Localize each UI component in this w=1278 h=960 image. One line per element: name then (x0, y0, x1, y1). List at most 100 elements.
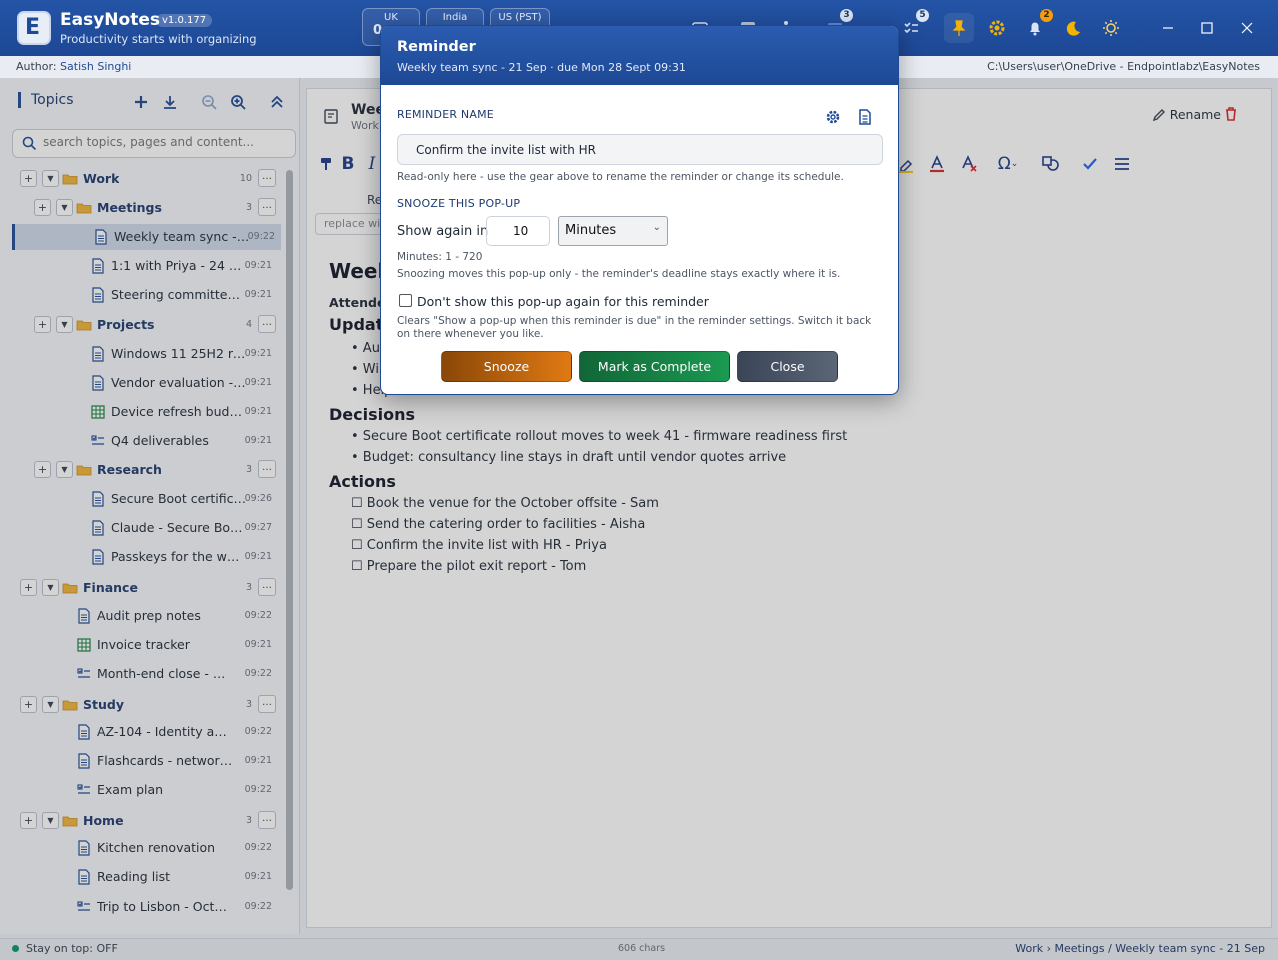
chevron-down-icon[interactable]: ▼ (42, 696, 59, 713)
tree-page[interactable]: Flashcards - networking 09:21 (0, 748, 290, 774)
tree-page-label: Invoice tracker (97, 637, 190, 652)
search-input[interactable] (43, 135, 283, 149)
tree-page[interactable]: Month-end close - Septe... 09:22 (0, 661, 290, 687)
minimize-icon[interactable] (1154, 14, 1182, 42)
document-icon[interactable] (854, 106, 876, 128)
snooze-amount-input[interactable]: 10 (486, 216, 550, 246)
tree-page[interactable]: Windows 11 25H2 rollout09:21 (0, 341, 290, 367)
tree-page[interactable]: Trip to Lisbon - October 09:22 (0, 894, 290, 920)
maximize-icon[interactable] (1193, 14, 1221, 42)
format-painter-icon[interactable] (315, 153, 337, 175)
tree-page[interactable]: Vendor evaluation - MD...09:21 (0, 370, 290, 396)
snooze-unit-select[interactable]: Minutes ⌄ (558, 216, 668, 246)
document-icon (90, 287, 106, 303)
rename-button[interactable]: Rename (1152, 107, 1221, 122)
bell-icon[interactable]: 2 (1020, 9, 1053, 43)
gear-icon[interactable] (982, 13, 1012, 43)
item-time: 09:22 (244, 784, 272, 795)
tree-page[interactable]: Invoice tracker 09:21 (0, 632, 290, 658)
tree-page[interactable]: Q4 deliverables 09:21 (0, 428, 290, 454)
tree-page[interactable]: Kitchen renovation 09:22 (0, 835, 290, 861)
item-time: 09:21 (244, 639, 272, 650)
tasks-icon[interactable]: 5 (896, 9, 929, 43)
doc-action-item[interactable]: ☐ Confirm the invite list with HR - Priy… (351, 538, 607, 553)
tree-page[interactable]: Exam plan 09:22 (0, 777, 290, 803)
align-icon[interactable] (1111, 153, 1133, 175)
more-options-icon[interactable]: … (258, 578, 276, 596)
tree-page[interactable]: Reading list 09:21 (0, 864, 290, 890)
special-char-icon[interactable]: Ω ⌄ (991, 153, 1025, 175)
expand-icon[interactable]: + (20, 170, 37, 187)
bold-button[interactable]: B (337, 153, 359, 175)
chevron-down-icon[interactable]: ▼ (42, 170, 59, 187)
expand-icon[interactable]: + (34, 199, 51, 216)
collapse-all-icon[interactable] (267, 92, 287, 112)
add-topic-icon[interactable] (131, 92, 151, 112)
doc-action-item[interactable]: ☐ Book the venue for the October offsite… (351, 496, 659, 511)
tree-folder[interactable]: + ▼ Home 3… (0, 808, 290, 834)
sidebar-scrollbar[interactable] (286, 170, 293, 890)
author-name[interactable]: Satish Singhi (60, 60, 131, 73)
zoom-out-icon[interactable] (199, 92, 219, 112)
more-options-icon[interactable]: … (258, 198, 276, 216)
stay-on-top-toggle[interactable]: Stay on top: OFF (12, 942, 118, 955)
tree-page[interactable]: Steering committee - Q...09:21 (0, 282, 290, 308)
zoom-in-icon[interactable] (228, 92, 248, 112)
chevron-down-icon[interactable]: ▼ (42, 812, 59, 829)
tree-folder[interactable]: + ▼ Meetings 3… (0, 195, 290, 221)
clear-format-icon[interactable] (958, 153, 980, 175)
doc-action-item[interactable]: ☐ Prepare the pilot exit report - Tom (351, 559, 586, 574)
search-box[interactable] (12, 129, 296, 158)
shapes-icon[interactable] (1035, 153, 1069, 175)
expand-icon[interactable]: + (34, 316, 51, 333)
status-breadcrumb: Work › Meetings / Weekly team sync - 21 … (1015, 942, 1265, 955)
chevron-down-icon[interactable]: ▼ (42, 579, 59, 596)
tree-folder[interactable]: + ▼ Projects 4… (0, 312, 290, 338)
moon-icon[interactable] (1058, 13, 1088, 43)
tree-page[interactable]: Device refresh budget 2...09:21 (0, 399, 290, 425)
tree-page[interactable]: 1:1 with Priya - 24 Sep 09:21 (0, 253, 290, 279)
chevron-down-icon[interactable]: ▼ (56, 199, 73, 216)
tree-folder[interactable]: + ▼ Finance 3… (0, 575, 290, 601)
tree-folder[interactable]: + ▼ Work 10… (0, 166, 290, 192)
document-icon (76, 608, 92, 624)
more-options-icon[interactable]: … (258, 315, 276, 333)
mark-complete-button[interactable]: Mark as Complete (579, 351, 730, 382)
font-color-icon[interactable] (926, 153, 948, 175)
tree-folder[interactable]: + ▼ Study 3… (0, 692, 290, 718)
tree-page[interactable]: Secure Boot certificate...09:26 (0, 486, 290, 512)
tree-page[interactable]: Weekly team sync - 21...09:22 (12, 224, 281, 250)
gear-icon[interactable] (822, 106, 844, 128)
tree-page[interactable]: Audit prep notes 09:22 (0, 603, 290, 629)
expand-icon[interactable]: + (20, 579, 37, 596)
doc-action-item[interactable]: ☐ Send the catering order to facilities … (351, 517, 645, 532)
expand-icon[interactable]: + (20, 812, 37, 829)
snooze-unit-value: Minutes (565, 223, 617, 238)
trash-icon[interactable] (1223, 106, 1239, 125)
dont-show-label[interactable]: Don't show this pop-up again for this re… (417, 294, 709, 309)
more-options-icon[interactable]: … (258, 811, 276, 829)
expand-icon[interactable]: + (20, 696, 37, 713)
dont-show-checkbox[interactable] (399, 294, 412, 307)
more-options-icon[interactable]: … (258, 169, 276, 187)
download-icon[interactable] (160, 92, 180, 112)
close-button[interactable]: Close (737, 351, 838, 382)
more-options-icon[interactable]: … (258, 695, 276, 713)
tree-page[interactable]: Passkeys for the workfo...09:21 (0, 544, 290, 570)
chevron-down-icon[interactable]: ▼ (56, 316, 73, 333)
search-icon (22, 136, 36, 150)
sun-icon[interactable] (1096, 13, 1126, 43)
clock-label: UK (384, 12, 398, 23)
close-window-icon[interactable] (1233, 14, 1261, 42)
char-count: 606 chars (618, 943, 666, 954)
expand-icon[interactable]: + (34, 461, 51, 478)
check-icon[interactable] (1079, 153, 1101, 175)
tree-folder[interactable]: + ▼ Research 3… (0, 457, 290, 483)
pin-icon[interactable] (944, 13, 974, 43)
snooze-button[interactable]: Snooze (441, 351, 572, 382)
more-options-icon[interactable]: … (258, 460, 276, 478)
reminder-name-field[interactable]: Confirm the invite list with HR (397, 134, 883, 165)
chevron-down-icon[interactable]: ▼ (56, 461, 73, 478)
tree-page[interactable]: AZ-104 - Identity and gov... 09:22 (0, 719, 290, 745)
tree-page[interactable]: Claude - Secure Boot c...09:27 (0, 515, 290, 541)
